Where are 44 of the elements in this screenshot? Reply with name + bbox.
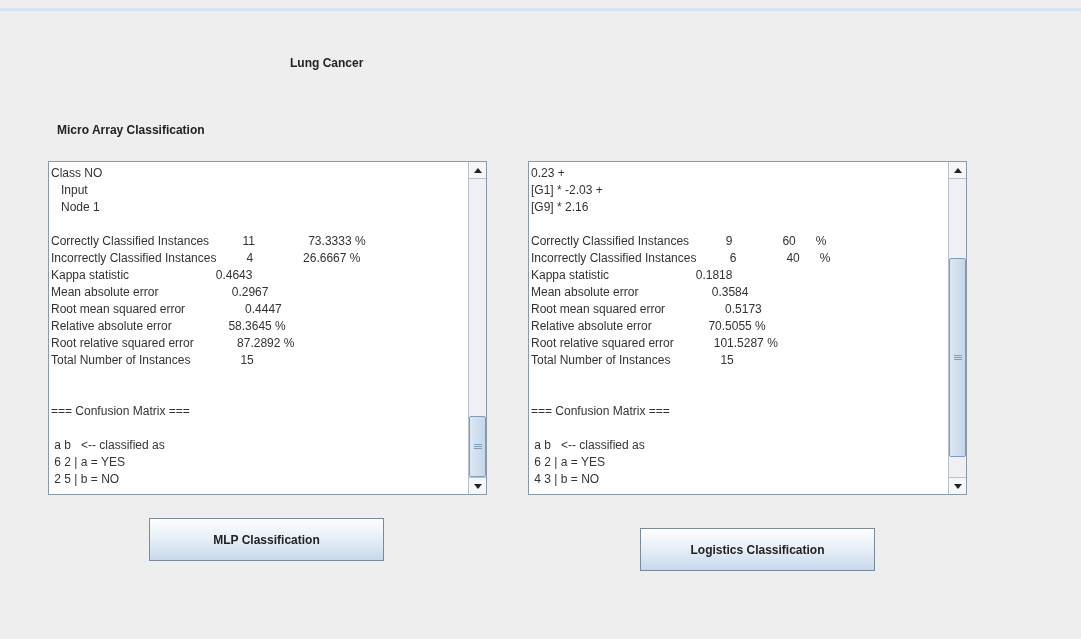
output-line: Kappa statistic 0.4643 bbox=[51, 267, 253, 284]
section-heading: Micro Array Classification bbox=[57, 123, 205, 137]
output-line: Relative absolute error 58.3645 % bbox=[51, 318, 286, 335]
output-line: Incorrectly Classified Instances 6 40 % bbox=[531, 250, 831, 267]
output-line: Node 1 bbox=[60, 199, 100, 216]
output-line: 6 2 | a = YES bbox=[53, 454, 125, 471]
classification-button[interactable]: Logistics Classification bbox=[640, 528, 875, 571]
output-line: Correctly Classified Instances 11 73.3333 % bbox=[51, 233, 366, 250]
output-line: a b <-- classified as bbox=[53, 437, 165, 454]
output-line: Incorrectly Classified Instances 4 26.6667 % bbox=[51, 250, 361, 267]
output-line: === Confusion Matrix === bbox=[51, 403, 190, 420]
up-arrow-icon[interactable] bbox=[473, 167, 482, 173]
output-line: 4 3 | b = NO bbox=[533, 471, 600, 488]
down-arrow-icon[interactable] bbox=[953, 483, 962, 489]
output-line: Class NO bbox=[51, 165, 103, 182]
output-line: 6 2 | a = YES bbox=[533, 454, 605, 471]
output-line: Root mean squared error 0.5173 bbox=[531, 301, 762, 318]
down-arrow-icon[interactable] bbox=[473, 483, 482, 489]
output-line: Kappa statistic 0.1818 bbox=[531, 267, 733, 284]
output-line: Root mean squared error 0.4447 bbox=[51, 301, 282, 318]
output-line: Total Number of Instances 15 bbox=[531, 352, 734, 369]
output-line: Correctly Classified Instances 9 60 % bbox=[531, 233, 827, 250]
output-line: 0.23 + bbox=[531, 165, 565, 182]
output-line: Input bbox=[60, 182, 88, 199]
scrollbar-thumb[interactable] bbox=[469, 415, 486, 477]
output-line: [G1] * -2.03 + bbox=[531, 182, 603, 199]
output-text-area[interactable] bbox=[528, 161, 967, 495]
output-line: a b <-- classified as bbox=[533, 437, 645, 454]
output-line: Mean absolute error 0.2967 bbox=[51, 284, 269, 301]
output-line: Mean absolute error 0.3584 bbox=[531, 284, 749, 301]
classification-button[interactable]: MLP Classification bbox=[149, 518, 384, 561]
output-line: Root relative squared error 87.2892 % bbox=[51, 335, 295, 352]
output-line: [G9] * 2.16 bbox=[531, 199, 589, 216]
output-line: Total Number of Instances 15 bbox=[51, 352, 254, 369]
scrollbar[interactable] bbox=[468, 162, 486, 494]
output-line: === Confusion Matrix === bbox=[531, 403, 670, 420]
output-text-area[interactable] bbox=[48, 161, 487, 495]
output-line: 2 5 | b = NO bbox=[53, 471, 120, 488]
scrollbar-thumb[interactable] bbox=[949, 257, 966, 458]
output-line: Relative absolute error 70.5055 % bbox=[531, 318, 766, 335]
page-title: Lung Cancer bbox=[290, 56, 364, 70]
up-arrow-icon[interactable] bbox=[953, 167, 962, 173]
scrollbar[interactable] bbox=[948, 162, 966, 494]
output-line: Root relative squared error 101.5287 % bbox=[531, 335, 778, 352]
